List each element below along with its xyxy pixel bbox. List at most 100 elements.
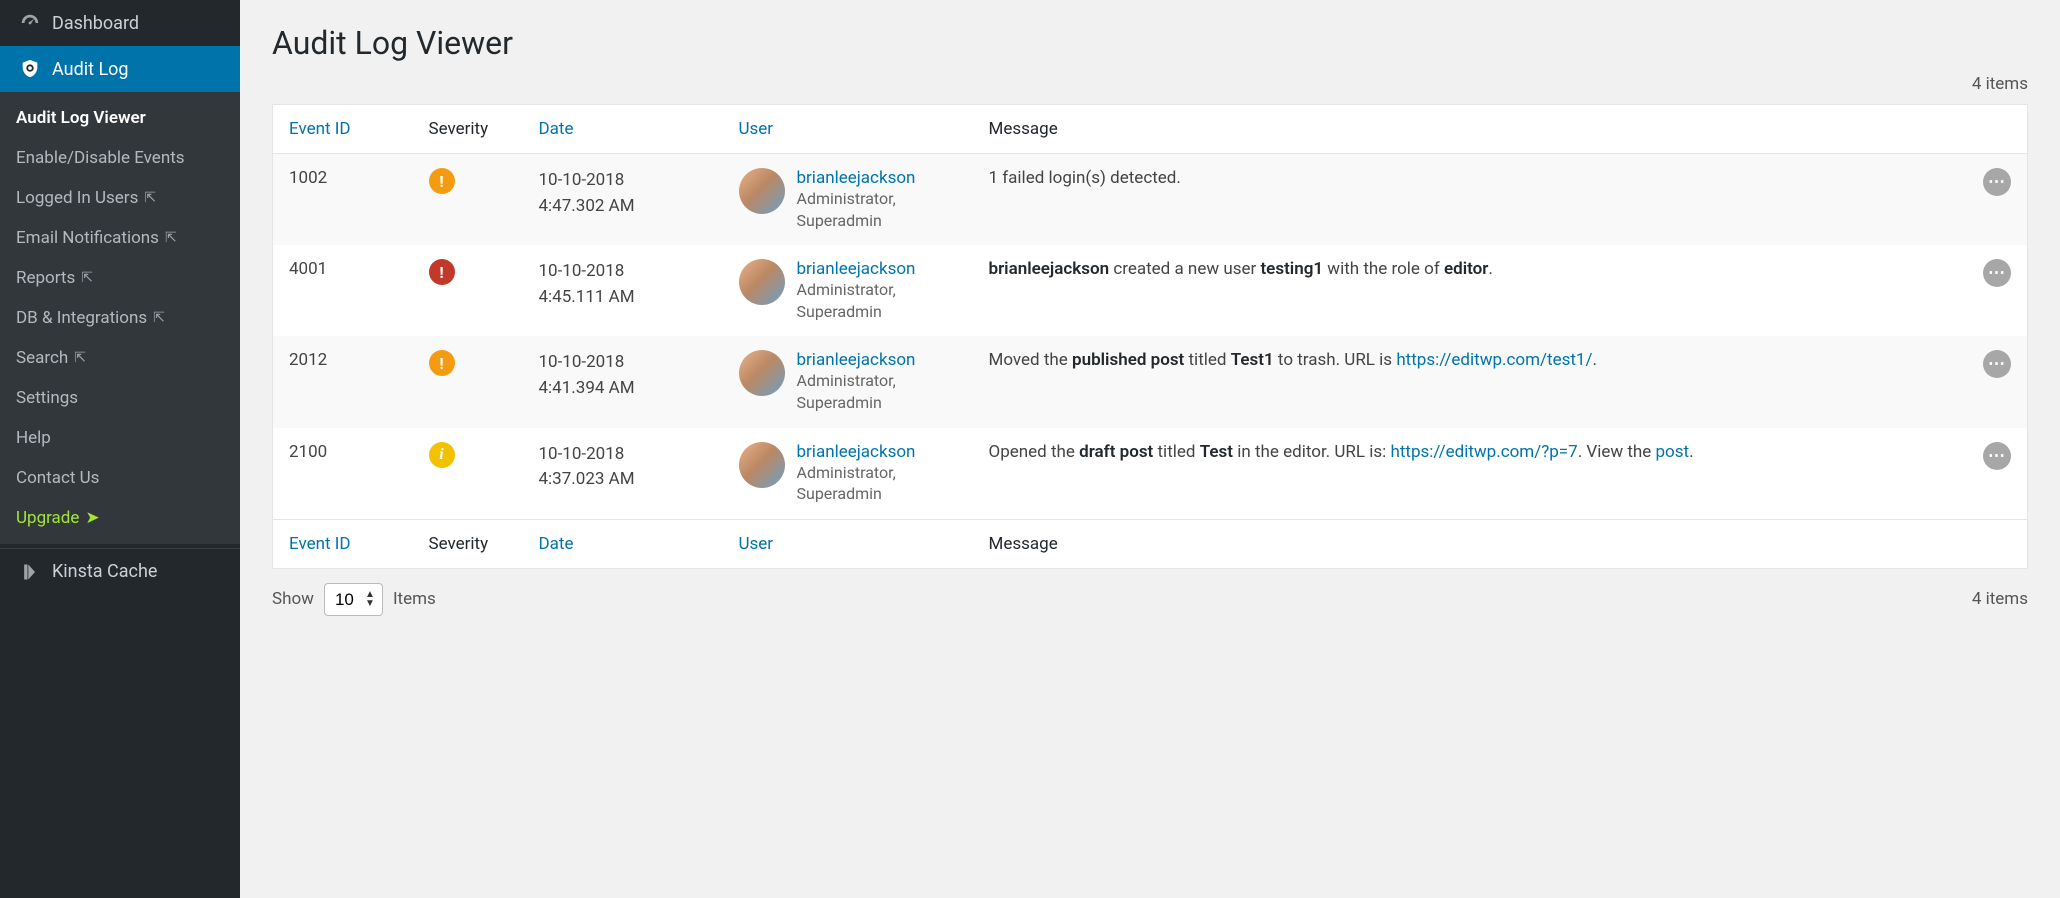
sidebar-item-label: Dashboard — [52, 13, 139, 34]
page-size-control: Show 10 ▲▼ Items — [272, 583, 436, 616]
sidebar-subitem-label: Contact Us — [16, 468, 99, 488]
main-content: Audit Log Viewer 4 items Event ID Severi… — [240, 0, 2060, 898]
sidebar-item-label: Kinsta Cache — [52, 561, 157, 582]
cell-event-id: 2100 — [273, 428, 413, 520]
avatar — [739, 168, 785, 214]
col-header-event-id[interactable]: Event ID — [273, 105, 413, 154]
external-link-icon: ⇱ — [81, 270, 93, 286]
sidebar-subitem-audit-log-viewer[interactable]: Audit Log Viewer — [0, 98, 240, 138]
sidebar-item-audit-log[interactable]: Audit Log — [0, 46, 240, 92]
item-count-bottom: 4 items — [1972, 589, 2028, 609]
col-footer-date[interactable]: Date — [523, 519, 723, 568]
cell-message: 1 failed login(s) detected. — [973, 154, 1968, 246]
audit-log-table: Event ID Severity Date User Message 1002… — [272, 104, 2028, 569]
sidebar-subitem-label: Audit Log Viewer — [16, 108, 146, 128]
cell-severity: ! — [413, 336, 523, 427]
sidebar-subitem-upgrade[interactable]: Upgrade ➤ — [0, 498, 240, 538]
page-title: Audit Log Viewer — [272, 24, 2028, 62]
cell-date: 10-10-20184:41.394 AM — [523, 336, 723, 427]
sidebar-subitem-label: Settings — [16, 388, 78, 408]
sidebar-submenu: Audit Log ViewerEnable/Disable EventsLog… — [0, 92, 240, 544]
show-label: Show — [272, 589, 314, 609]
message-link[interactable]: https://editwp.com/?p=7 — [1391, 442, 1578, 462]
sidebar-subitem-email-notifications[interactable]: Email Notifications ⇱ — [0, 218, 240, 258]
audit-log-icon — [16, 58, 44, 80]
table-footer-row: Event ID Severity Date User Message — [273, 519, 2028, 568]
warn-severity-icon: ! — [429, 350, 455, 376]
sidebar-subitem-contact-us[interactable]: Contact Us — [0, 458, 240, 498]
cell-message: Opened the draft post titled Test in the… — [973, 428, 1968, 520]
kinsta-icon — [16, 562, 44, 582]
sidebar-subitem-db-integrations[interactable]: DB & Integrations⇱ — [0, 298, 240, 338]
col-header-user[interactable]: User — [723, 105, 973, 154]
cell-message: brianleejackson created a new user testi… — [973, 245, 1968, 336]
info-severity-icon: i — [429, 442, 455, 468]
sidebar-subitem-enable-disable-events[interactable]: Enable/Disable Events — [0, 138, 240, 178]
item-count-top: 4 items — [272, 74, 2028, 94]
warn-severity-icon: ! — [429, 168, 455, 194]
user-link[interactable]: brianleejackson — [797, 442, 916, 462]
row-more-icon[interactable]: ⋯ — [1983, 442, 2011, 470]
sidebar-item-label: Audit Log — [52, 59, 129, 80]
sidebar-subitem-label: Reports — [16, 268, 75, 288]
cell-actions: ⋯ — [1967, 245, 2028, 336]
sidebar-subitem-reports[interactable]: Reports ⇱ — [0, 258, 240, 298]
row-more-icon[interactable]: ⋯ — [1983, 168, 2011, 196]
cell-date: 10-10-20184:37.023 AM — [523, 428, 723, 520]
col-header-message: Message — [973, 105, 1968, 154]
sidebar-subitem-search[interactable]: Search⇱ — [0, 338, 240, 378]
sidebar-subitem-label: Upgrade — [16, 508, 79, 528]
cell-severity: ! — [413, 154, 523, 246]
dashboard-icon — [16, 12, 44, 34]
table-row: 2012!10-10-20184:41.394 AMbrianleejackso… — [273, 336, 2028, 427]
cell-severity: ! — [413, 245, 523, 336]
row-more-icon[interactable]: ⋯ — [1983, 259, 2011, 287]
sidebar-subitem-label: Search — [16, 348, 68, 368]
items-label: Items — [393, 589, 436, 609]
cell-user: brianleejacksonAdministrator,Superadmin — [723, 154, 973, 246]
user-link[interactable]: brianleejackson — [797, 168, 916, 188]
cell-event-id: 2012 — [273, 336, 413, 427]
table-row: 1002!10-10-20184:47.302 AMbrianleejackso… — [273, 154, 2028, 246]
col-footer-user[interactable]: User — [723, 519, 973, 568]
cell-severity: i — [413, 428, 523, 520]
col-header-date[interactable]: Date — [523, 105, 723, 154]
avatar — [739, 350, 785, 396]
sidebar-subitem-label: Logged In Users — [16, 188, 138, 208]
col-header-severity: Severity — [413, 105, 523, 154]
cell-user: brianleejacksonAdministrator,Superadmin — [723, 336, 973, 427]
cell-event-id: 4001 — [273, 245, 413, 336]
user-link[interactable]: brianleejackson — [797, 259, 916, 279]
col-footer-actions — [1967, 519, 2028, 568]
table-bottom-bar: Show 10 ▲▼ Items 4 items — [272, 583, 2028, 616]
message-link[interactable]: post — [1656, 442, 1690, 462]
sidebar-item-dashboard[interactable]: Dashboard — [0, 0, 240, 46]
sidebar-subitem-logged-in-users[interactable]: Logged In Users⇱ — [0, 178, 240, 218]
cell-actions: ⋯ — [1967, 336, 2028, 427]
message-link[interactable]: https://editwp.com/test1/ — [1396, 350, 1592, 370]
page-size-select[interactable]: 10 — [324, 583, 383, 616]
cell-message: Moved the published post titled Test1 to… — [973, 336, 1968, 427]
sidebar-subitem-settings[interactable]: Settings — [0, 378, 240, 418]
sidebar-subitem-help[interactable]: Help — [0, 418, 240, 458]
avatar — [739, 259, 785, 305]
table-row: 4001!10-10-20184:45.111 AMbrianleejackso… — [273, 245, 2028, 336]
external-link-icon: ⇱ — [153, 310, 165, 326]
external-link-icon: ⇱ — [165, 230, 177, 246]
col-footer-event-id[interactable]: Event ID — [273, 519, 413, 568]
upgrade-arrow-icon: ➤ — [85, 508, 99, 528]
admin-sidebar: Dashboard Audit Log Audit Log Viewer Enab… — [0, 0, 240, 898]
col-header-actions — [1967, 105, 2028, 154]
cell-date: 10-10-20184:47.302 AM — [523, 154, 723, 246]
row-more-icon[interactable]: ⋯ — [1983, 350, 2011, 378]
cell-actions: ⋯ — [1967, 428, 2028, 520]
sidebar-subitem-label: Help — [16, 428, 51, 448]
cell-user: brianleejacksonAdministrator,Superadmin — [723, 245, 973, 336]
cell-user: brianleejacksonAdministrator,Superadmin — [723, 428, 973, 520]
sidebar-item-kinsta-cache[interactable]: Kinsta Cache — [0, 549, 240, 594]
avatar — [739, 442, 785, 488]
cell-date: 10-10-20184:45.111 AM — [523, 245, 723, 336]
sidebar-subitem-label: Email Notifications — [16, 228, 159, 248]
table-header-row: Event ID Severity Date User Message — [273, 105, 2028, 154]
user-link[interactable]: brianleejackson — [797, 350, 916, 370]
